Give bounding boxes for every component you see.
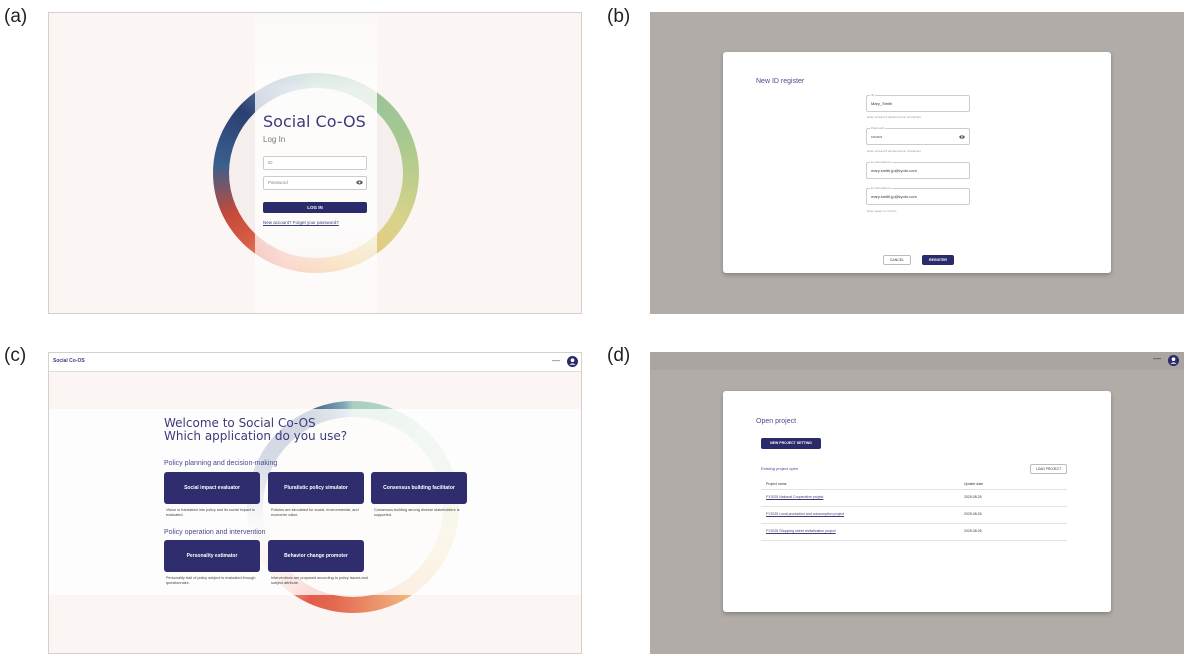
app-card-social-impact[interactable]: Social impact evaluator bbox=[164, 472, 260, 504]
field-value: •••••••• bbox=[871, 134, 883, 139]
field-label: E-mail address bbox=[870, 186, 893, 190]
project-name-link[interactable]: FY2025 National Cooperative project bbox=[766, 495, 823, 499]
app-desc-consensus: Consensus building among diverse stakeho… bbox=[374, 508, 460, 517]
panel-label-a: (a) bbox=[4, 6, 28, 27]
login-subtitle: Log In bbox=[263, 135, 286, 144]
minimize-icon[interactable]: — bbox=[552, 356, 560, 365]
password-field[interactable]: Password •••••••• bbox=[866, 126, 970, 145]
welcome-line-2: Which application do you use? bbox=[164, 429, 348, 443]
existing-project-label: Existing project open bbox=[761, 466, 799, 471]
register-button[interactable]: REGISTER bbox=[922, 255, 954, 265]
eye-icon[interactable] bbox=[959, 134, 965, 140]
email-confirm-help-text: Enter again to confirm bbox=[867, 209, 897, 213]
table-header-row: Project name Update date bbox=[761, 479, 1067, 490]
field-label: ID bbox=[870, 93, 875, 97]
project-table: Project name Update date FY2025 National… bbox=[761, 479, 1067, 541]
password-help-text: Enter at least 8 alphanumeric characters bbox=[867, 149, 921, 153]
cancel-button[interactable]: CANCEL bbox=[883, 255, 911, 265]
open-project-screen: — Open project NEW PROJECT SETTING Exist… bbox=[650, 352, 1184, 654]
login-button[interactable]: LOG IN bbox=[263, 202, 367, 213]
minimize-icon[interactable]: — bbox=[1153, 354, 1161, 363]
id-field[interactable]: ID Mary_Smith bbox=[866, 93, 970, 112]
eye-icon[interactable] bbox=[356, 179, 363, 186]
app-card-personality[interactable]: Personality estimator bbox=[164, 540, 260, 572]
id-help-text: Enter at least 6 alphanumeric characters bbox=[867, 115, 921, 119]
welcome-heading: Welcome to Social Co-OS Which applicatio… bbox=[164, 417, 347, 443]
account-icon[interactable] bbox=[567, 356, 578, 367]
id-input[interactable]: ID bbox=[263, 156, 367, 170]
account-links: New account? Forget your password? bbox=[263, 220, 339, 225]
app-card-behavior-change[interactable]: Behavior change promoter bbox=[268, 540, 364, 572]
app-desc-social-impact: Vision is translated into policy and its… bbox=[166, 508, 255, 517]
load-project-button[interactable]: LOAD PROJECT bbox=[1030, 464, 1067, 474]
new-account-link[interactable]: New account? bbox=[263, 220, 292, 225]
dialog-title: New ID register bbox=[756, 78, 805, 85]
project-update-date: 2025.08.26 bbox=[964, 495, 982, 499]
email-field[interactable]: E-mail address mary.smith.jp@kyoto.com bbox=[866, 160, 970, 179]
field-value: mary.smith.jp@kyoto.com bbox=[871, 194, 917, 199]
app-card-policy-simulator[interactable]: Pluralistic policy simulator bbox=[268, 472, 364, 504]
field-value: mary.smith.jp@kyoto.com bbox=[871, 168, 917, 173]
account-icon[interactable] bbox=[1168, 355, 1179, 366]
field-label: E-mail address bbox=[870, 160, 893, 164]
password-input[interactable]: Password bbox=[263, 176, 367, 190]
project-name-link[interactable]: FY2025 Shopping street revitalization pr… bbox=[766, 529, 836, 533]
forgot-password-link[interactable]: Forget your password? bbox=[293, 220, 339, 225]
app-card-consensus[interactable]: Consensus building facilitator bbox=[371, 472, 467, 504]
register-screen: New ID register ID Mary_Smith Enter at l… bbox=[650, 12, 1184, 314]
new-project-button[interactable]: NEW PROJECT SETTING bbox=[761, 438, 821, 449]
app-desc-policy-simulator: Policies are simulated for social, envir… bbox=[271, 508, 359, 517]
open-project-dialog: Open project NEW PROJECT SETTING Existin… bbox=[723, 391, 1111, 612]
field-value: Mary_Smith bbox=[871, 101, 893, 106]
project-update-date: 2025.08.26 bbox=[964, 512, 982, 516]
home-screen: Social Co-OS — Welcome to Social Co-OS W… bbox=[48, 352, 582, 654]
email-confirm-field[interactable]: E-mail address mary.smith.jp@kyoto.com bbox=[866, 186, 970, 205]
project-name-link[interactable]: FY2025 Local production and consumption … bbox=[766, 512, 844, 516]
column-header-date: Update date bbox=[964, 482, 984, 486]
app-desc-personality: Personality trait of policy subject is e… bbox=[166, 576, 256, 585]
password-placeholder: Password bbox=[268, 180, 288, 185]
table-row[interactable]: FY2025 Shopping street revitalization pr… bbox=[761, 524, 1067, 541]
top-bar: — bbox=[650, 352, 1184, 370]
table-row[interactable]: FY2025 National Cooperative project 2025… bbox=[761, 490, 1067, 507]
top-bar: Social Co-OS — bbox=[49, 353, 581, 372]
brand-logo[interactable]: Social Co-OS bbox=[53, 358, 85, 364]
panel-label-c: (c) bbox=[4, 345, 27, 366]
field-label: Password bbox=[870, 126, 886, 130]
project-update-date: 2025.08.26 bbox=[964, 529, 982, 533]
app-desc-behavior-change: Interventions are proposed according to … bbox=[271, 576, 368, 585]
panel-label-d: (d) bbox=[607, 345, 631, 366]
login-screen: Social Co-OS Log In ID Password LOG IN N… bbox=[48, 12, 582, 314]
section-heading-operation: Policy operation and intervention bbox=[164, 529, 266, 536]
register-dialog: New ID register ID Mary_Smith Enter at l… bbox=[723, 52, 1111, 273]
section-heading-planning: Policy planning and decision-making bbox=[164, 460, 278, 467]
app-title: Social Co-OS bbox=[263, 112, 366, 131]
id-placeholder: ID bbox=[268, 160, 273, 165]
dialog-title: Open project bbox=[756, 418, 797, 425]
column-header-name: Project name bbox=[766, 482, 787, 486]
panel-label-b: (b) bbox=[607, 6, 631, 27]
table-row[interactable]: FY2025 Local production and consumption … bbox=[761, 507, 1067, 524]
